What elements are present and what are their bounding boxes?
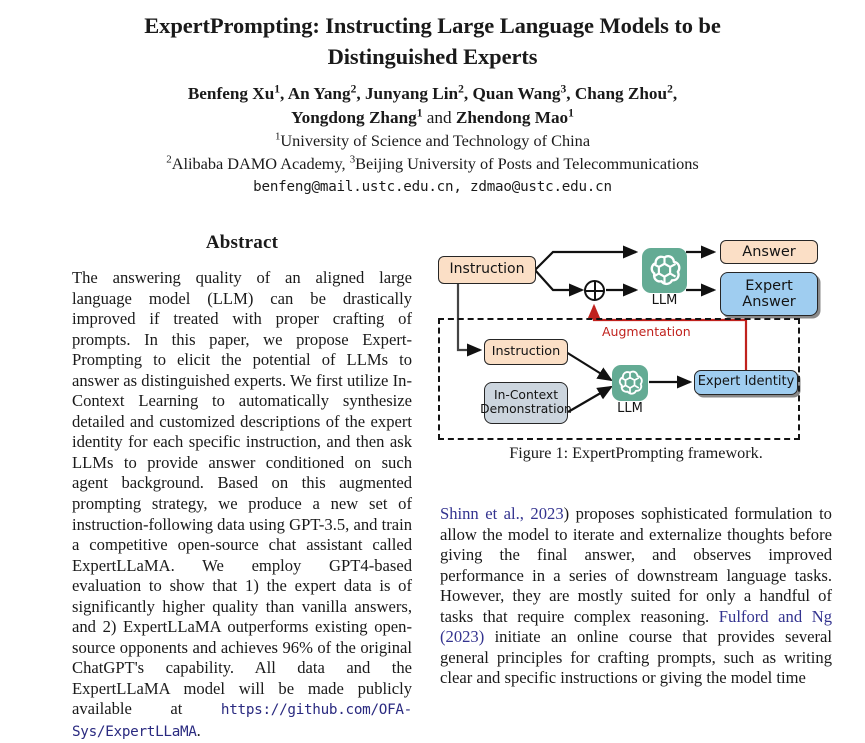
body-column-right: Shinn et al., 2023) proposes sophisticat… — [440, 504, 832, 689]
node-llm-top[interactable] — [642, 248, 687, 293]
body-text: initiate an online course that provides … — [440, 627, 832, 688]
author-emails: benfeng@mail.ustc.edu.cn, zdmao@ustc.edu… — [253, 179, 612, 195]
author-line-1: Benfeng Xu1, An Yang2, Junyang Lin2, Qua… — [70, 82, 795, 106]
figure-expertprompting-framework: Instruction LLM Answer Expert Answer Aug… — [436, 232, 836, 444]
node-expert-answer-line2: Answer — [742, 294, 796, 310]
author-name: Benfeng Xu — [187, 84, 275, 103]
abstract-text: The answering quality of an aligned larg… — [72, 268, 412, 719]
affiliation-text: University of Science and Technology of … — [280, 131, 591, 150]
node-llm-bottom[interactable] — [612, 365, 648, 401]
author-block: Benfeng Xu1, An Yang2, Junyang Lin2, Qua… — [70, 82, 795, 198]
label-llm-bottom: LLM — [617, 401, 643, 416]
author-line-2: Yongdong Zhang1 and Zhendong Mao1 — [70, 106, 795, 130]
affiliation-line-1: 1University of Science and Technology of… — [70, 129, 795, 152]
author-name: , Junyang Lin — [356, 84, 459, 103]
openai-icon — [650, 254, 681, 286]
node-instruction-top[interactable]: Instruction — [438, 256, 536, 284]
affiliation-text: Beijing University of Posts and Telecomm… — [355, 154, 699, 173]
figure-caption: Figure 1: ExpertPrompting framework. — [509, 444, 763, 462]
abstract-column: Abstract The answering quality of an ali… — [72, 232, 412, 743]
openai-icon — [618, 370, 643, 395]
affiliation-text: Alibaba DAMO Academy, — [171, 154, 350, 173]
author-separator: , — [672, 84, 678, 103]
node-in-context-demonstration[interactable]: In-Context Demonstration — [480, 382, 572, 424]
abstract-text-tail: . — [196, 721, 201, 741]
author-name: Zhendong Mao — [455, 107, 569, 127]
label-llm-top: LLM — [651, 293, 678, 308]
body-paragraph: Shinn et al., 2023) proposes sophisticat… — [440, 504, 832, 689]
page-title: ExpertPrompting: Instructing Large Langu… — [144, 13, 721, 69]
abstract-heading: Abstract — [205, 232, 279, 253]
node-instruction-bottom[interactable]: Instruction — [484, 339, 568, 365]
node-expert-answer-line1: Expert — [745, 277, 793, 294]
author-conjunction: and — [422, 107, 456, 127]
node-icd-line2: Demonstration — [480, 402, 572, 416]
citation-link-shinn[interactable]: Shinn et al., 2023 — [440, 504, 564, 523]
node-icd-line1: In-Context — [493, 388, 559, 403]
node-expert-answer[interactable]: Expert Answer — [720, 272, 818, 316]
author-name: , Quan Wang — [463, 84, 561, 103]
author-name: , Chang Zhou — [566, 84, 668, 103]
node-answer[interactable]: Answer — [720, 240, 818, 264]
author-name: Yongdong Zhang — [291, 107, 417, 127]
node-expert-identity[interactable]: Expert Identity — [694, 370, 798, 395]
abstract-paragraph: The answering quality of an aligned larg… — [72, 268, 412, 743]
affiliation-line-2: 2Alibaba DAMO Academy, 3Beijing Universi… — [70, 152, 795, 175]
plus-circle-icon — [584, 280, 605, 301]
label-augmentation: Augmentation — [602, 324, 691, 339]
author-affil-marker: 1 — [568, 106, 574, 119]
author-name: , An Yang — [280, 84, 351, 103]
